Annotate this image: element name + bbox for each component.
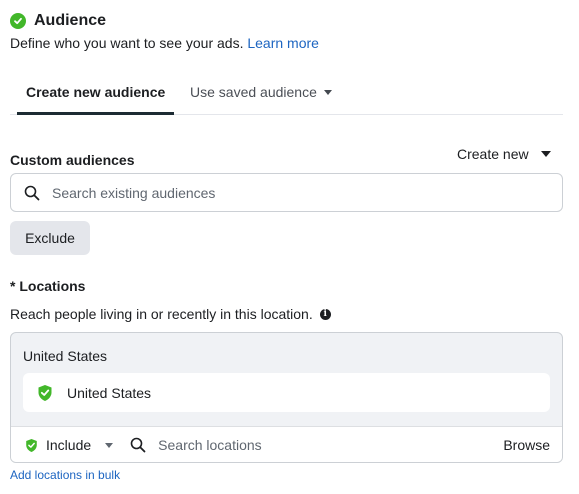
shield-check-icon [37,384,53,402]
location-search[interactable] [130,436,461,454]
caret-down-icon [105,442,114,448]
learn-more-link[interactable]: Learn more [247,35,319,51]
caret-down-icon [540,151,551,157]
audience-title: Audience [34,12,107,29]
selected-location-name: United States [67,384,152,401]
location-search-bar: Include Browse [11,426,562,462]
search-icon [130,437,146,453]
location-group-title: United States [23,348,108,364]
locations-description: Reach people living in or recently in th… [10,306,331,322]
search-icon [24,185,40,201]
tab-create-new-audience[interactable]: Create new audience [17,72,175,115]
audience-description-text: Define who you want to see your ads. [10,35,244,51]
create-new-label: Create new [457,146,529,162]
locations-description-text: Reach people living in or recently in th… [10,306,313,322]
custom-audience-search[interactable] [10,173,563,212]
selected-location-item[interactable]: United States [23,373,550,412]
include-dropdown[interactable]: Include [25,437,114,453]
create-new-dropdown[interactable]: Create new [457,146,551,162]
tab-use-saved-audience-label: Use saved audience [190,84,317,100]
shield-check-icon [25,438,38,453]
audience-tabs: Create new audience Use saved audience [10,72,563,115]
include-label: Include [46,437,92,453]
browse-button[interactable]: Browse [503,437,550,453]
audience-description: Define who you want to see your ads. Lea… [10,35,319,51]
audience-header: Audience [10,12,106,30]
audience-section: Audience Define who you want to see your… [0,0,579,494]
chevron-down-icon [323,89,332,95]
custom-audiences-label: Custom audiences [10,152,135,168]
tab-use-saved-audience[interactable]: Use saved audience [190,72,332,112]
add-locations-in-bulk-link[interactable]: Add locations in bulk [10,468,120,482]
info-icon[interactable]: i [319,308,331,320]
search-locations-input[interactable] [156,436,461,454]
locations-panel: United States United States Include Br [10,332,563,463]
exclude-button[interactable]: Exclude [10,221,90,255]
check-circle-icon [10,13,26,29]
locations-label: * Locations [10,278,86,294]
search-existing-audiences-input[interactable] [50,183,534,202]
